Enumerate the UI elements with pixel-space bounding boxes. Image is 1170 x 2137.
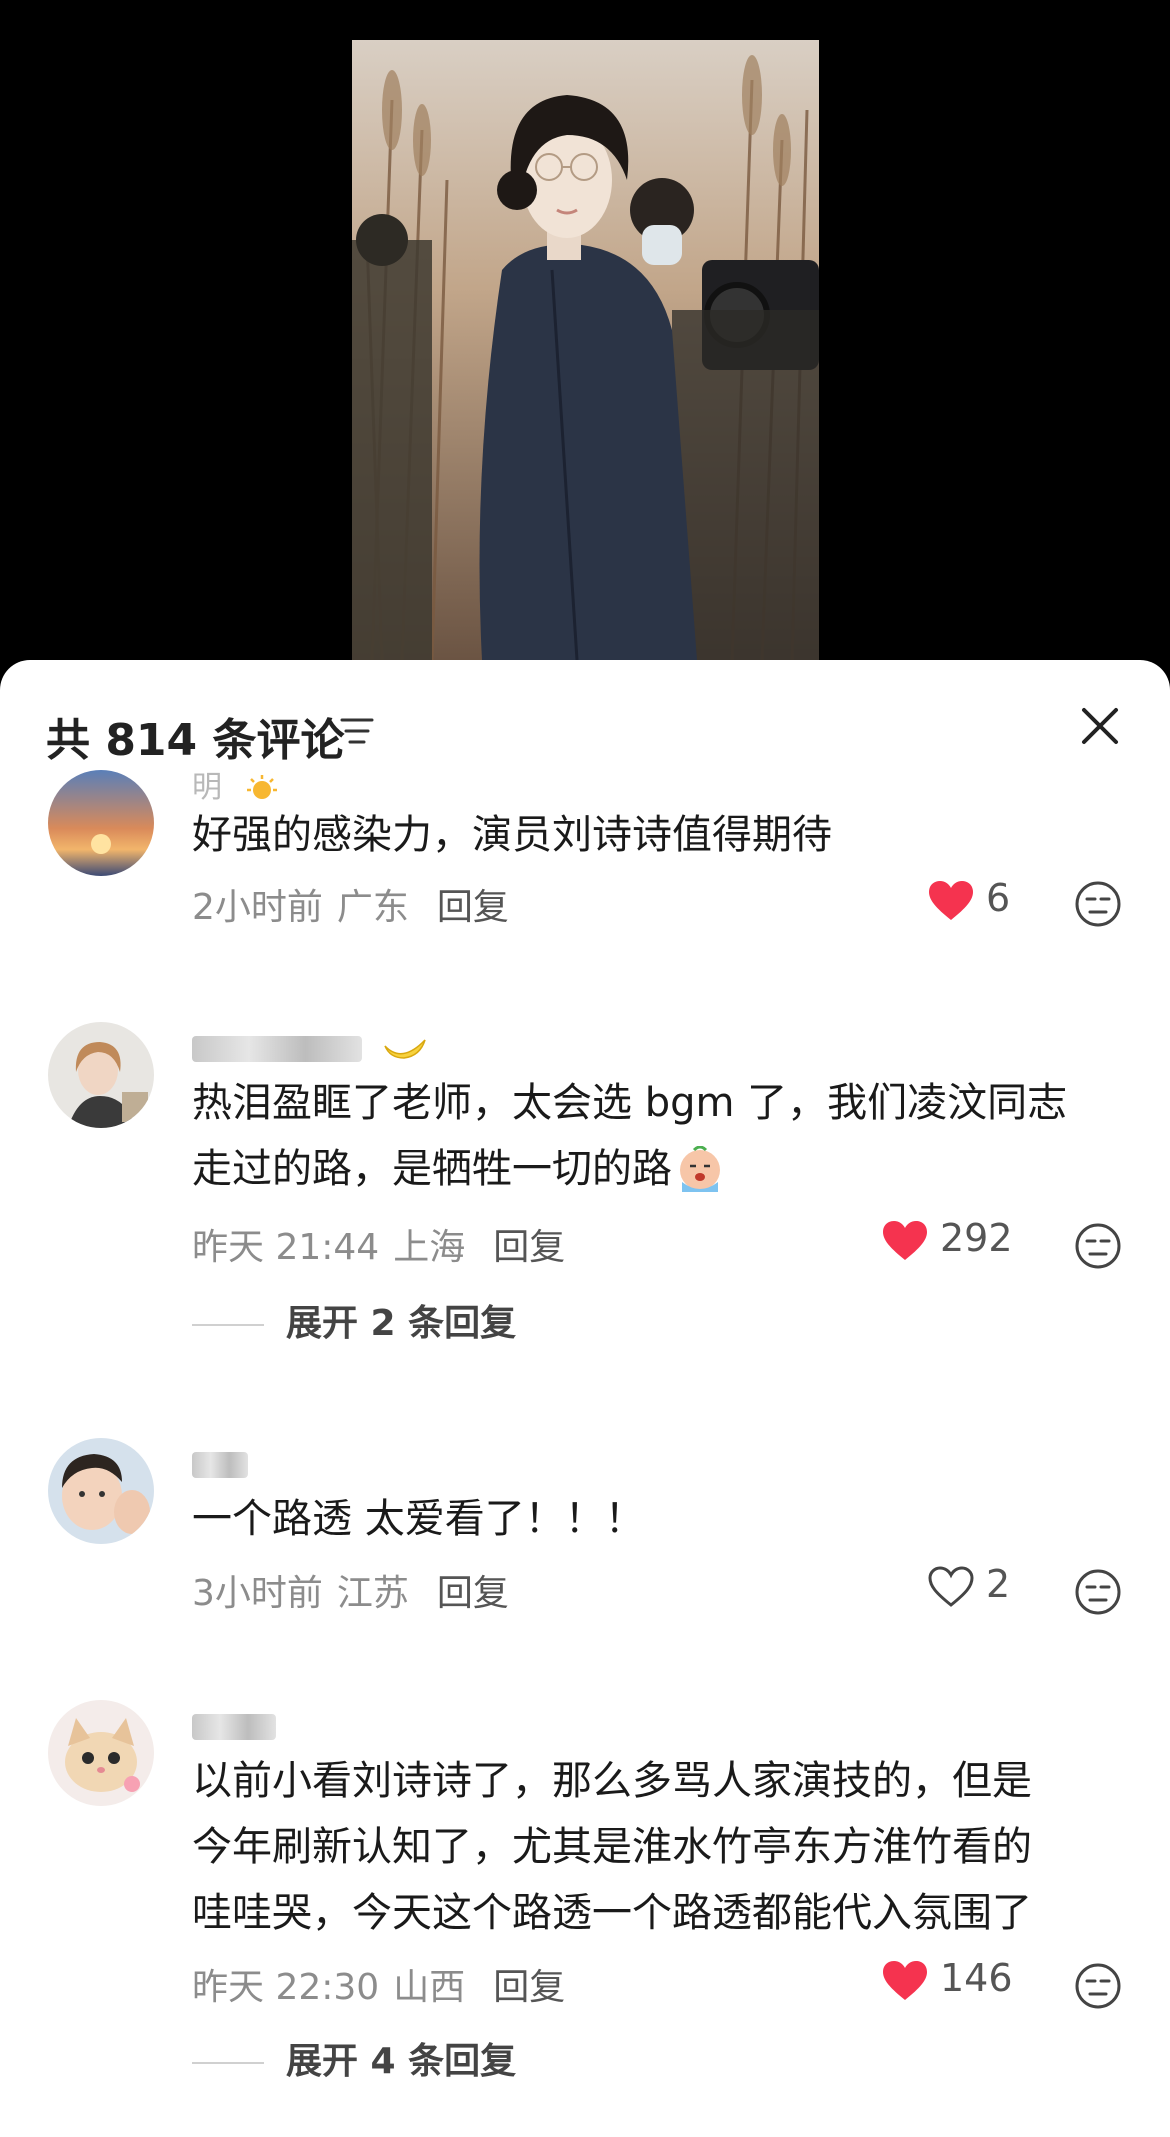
username[interactable] bbox=[192, 1708, 276, 1743]
comment-meta: 昨天 22:30 山西 回复 bbox=[192, 1967, 566, 2008]
username[interactable] bbox=[192, 1030, 428, 1065]
comment-count-title: 共 814 条评论 bbox=[46, 715, 345, 766]
comment-text: 以前小看刘诗诗了，那么多骂人家演技的，但是 今年刷新认知了，尤其是淮水竹亭东方淮… bbox=[192, 1758, 1032, 1936]
expand-replies-button[interactable]: 展开 4 条回复 bbox=[192, 2032, 516, 2084]
divider-line bbox=[192, 2062, 264, 2064]
sun-emoji-icon bbox=[246, 774, 277, 799]
banana-emoji-icon bbox=[383, 1038, 426, 1059]
like-button[interactable]: 6 bbox=[928, 876, 1038, 926]
comment-meta: 3小时前 江苏 回复 bbox=[192, 1573, 509, 1614]
comment-text: 一个路透 太爱看了！！！ bbox=[192, 1496, 645, 1542]
dislike-emoji-icon[interactable] bbox=[1074, 1222, 1122, 1270]
expand-replies-button[interactable]: 展开 2 条回复 bbox=[192, 1294, 516, 1346]
avatar[interactable] bbox=[48, 1022, 154, 1128]
comment-text: 好强的感染力，演员刘诗诗值得期待 bbox=[192, 812, 832, 858]
like-button[interactable]: 146 bbox=[882, 1956, 1042, 2006]
avatar[interactable] bbox=[48, 1438, 154, 1544]
avatar[interactable] bbox=[48, 770, 154, 876]
crying-emoji-icon bbox=[680, 1146, 720, 1192]
comment-text: 热泪盈眶了老师，太会选 bgm 了，我们凌汶同志 走过的路，是牺牲一切的路 bbox=[192, 1070, 1112, 1202]
comment-item: 一个路透 太爱看了！！！ 3小时前 江苏 回复 2 bbox=[0, 1438, 1170, 1658]
sort-filter-icon[interactable] bbox=[340, 716, 374, 746]
heart-filled-icon bbox=[929, 881, 973, 920]
comment-meta: 昨天 21:44 上海 回复 bbox=[192, 1227, 566, 1268]
heart-filled-icon bbox=[883, 1221, 927, 1260]
like-button[interactable]: 292 bbox=[882, 1216, 1042, 1266]
like-count: 146 bbox=[940, 1956, 1013, 2000]
reply-button[interactable]: 回复 bbox=[437, 1573, 509, 1614]
reply-button[interactable]: 回复 bbox=[493, 1967, 565, 2008]
dislike-emoji-icon[interactable] bbox=[1074, 880, 1122, 928]
comments-sheet: 共 814 条评论 明 好强的感染力，演员刘诗诗值得期待 2小时前 广东 回复 … bbox=[0, 660, 1170, 2137]
like-count: 6 bbox=[986, 876, 1011, 920]
like-button[interactable]: 2 bbox=[928, 1562, 1038, 1612]
like-count: 292 bbox=[940, 1216, 1013, 1260]
comment-item: 明 好强的感染力，演员刘诗诗值得期待 2小时前 广东 回复 6 bbox=[0, 770, 1170, 980]
close-icon[interactable] bbox=[1080, 706, 1120, 746]
heart-outline-icon bbox=[928, 1566, 974, 1607]
dislike-emoji-icon[interactable] bbox=[1074, 1568, 1122, 1616]
reply-button[interactable]: 回复 bbox=[493, 1227, 565, 1268]
reply-button[interactable]: 回复 bbox=[437, 887, 509, 928]
heart-filled-icon bbox=[883, 1961, 927, 2000]
like-count: 2 bbox=[986, 1562, 1011, 1606]
comment-item: 热泪盈眶了老师，太会选 bgm 了，我们凌汶同志 走过的路，是牺牲一切的路 昨天… bbox=[0, 1022, 1170, 1352]
dislike-emoji-icon[interactable] bbox=[1074, 1962, 1122, 2010]
comment-item: 以前小看刘诗诗了，那么多骂人家演技的，但是 今年刷新认知了，尤其是淮水竹亭东方淮… bbox=[0, 1700, 1170, 2130]
divider-line bbox=[192, 1324, 264, 1326]
video-player[interactable] bbox=[0, 0, 1170, 680]
username[interactable]: 明 bbox=[192, 762, 282, 806]
avatar[interactable] bbox=[48, 1700, 154, 1806]
username[interactable] bbox=[192, 1446, 248, 1481]
video-frame[interactable] bbox=[352, 40, 819, 660]
comment-meta: 2小时前 广东 回复 bbox=[192, 887, 509, 928]
video-still-image bbox=[352, 40, 819, 660]
comments-header: 共 814 条评论 bbox=[0, 660, 1170, 780]
